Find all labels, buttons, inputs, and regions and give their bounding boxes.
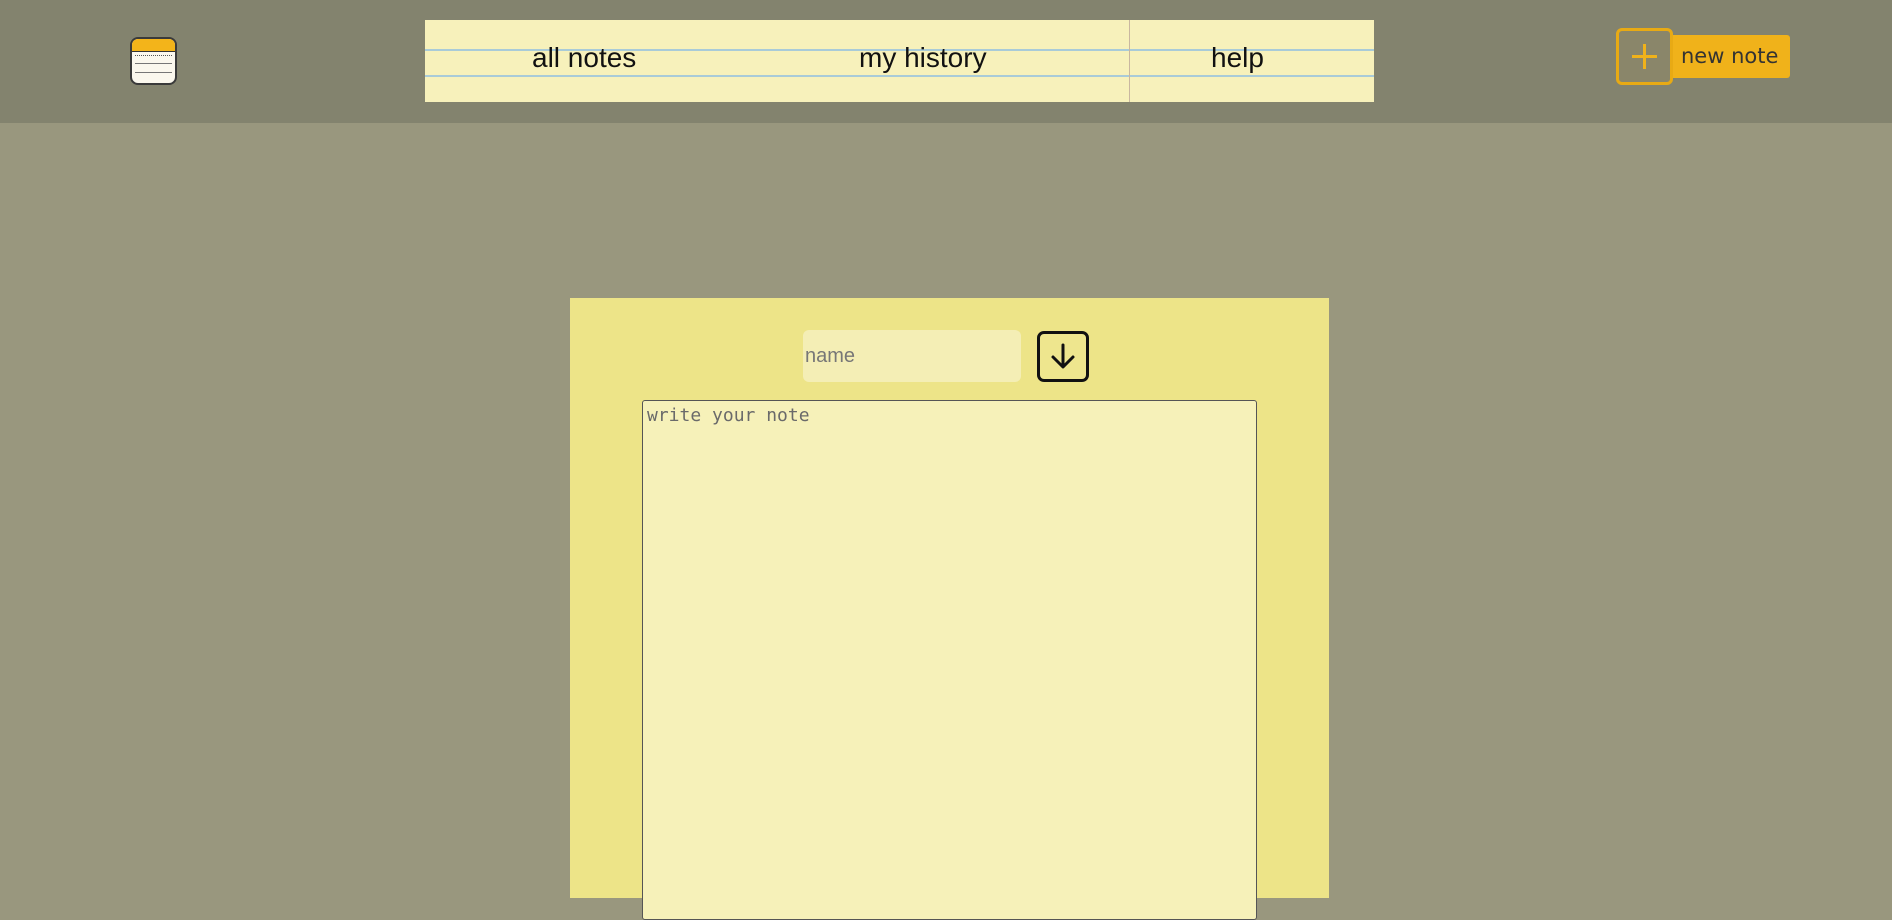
note-body-textarea[interactable] [642,400,1257,920]
nav-item-all-notes[interactable]: all notes [532,42,636,74]
note-name-input[interactable] [803,330,1021,382]
nav-paper-rule [425,75,1374,77]
main-nav: all notes my history help [425,20,1374,102]
plus-icon[interactable] [1616,28,1673,85]
notes-app-icon[interactable] [130,37,177,85]
notes-app-icon-top [132,39,175,52]
note-editor-panel [570,298,1329,920]
new-note-label[interactable]: new note [1671,35,1791,78]
nav-item-help[interactable]: help [1211,42,1264,74]
nav-paper-margin [1129,20,1130,102]
notes-app-icon-line [135,63,172,64]
notes-app-icon-line [135,72,172,73]
nav-item-my-history[interactable]: my history [859,42,987,74]
top-bar: all notes my history help new note [0,0,1892,123]
download-save-icon [1051,343,1075,368]
save-note-button[interactable] [1037,331,1089,382]
notes-app-icon-line [135,55,172,56]
